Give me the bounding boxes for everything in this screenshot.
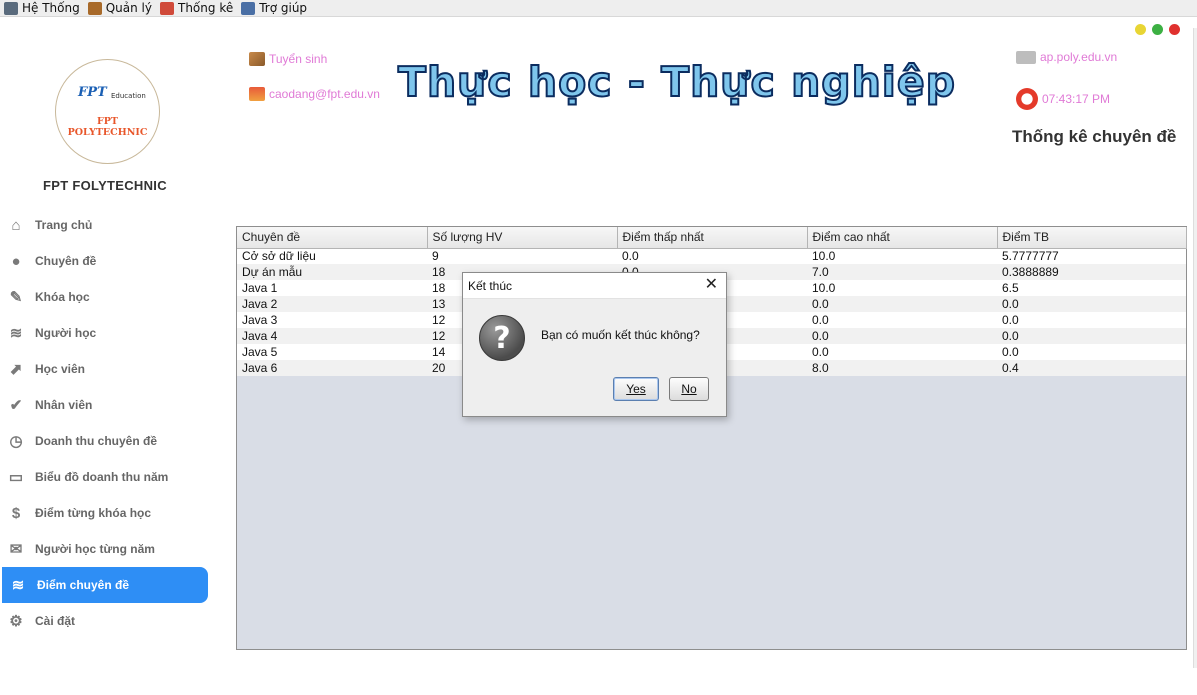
sidebar-item-nhan-vien[interactable]: ✔ Nhân viên [0,387,210,423]
website-link[interactable]: ap.poly.edu.vn [1016,50,1117,64]
table-cell: 9 [427,248,617,264]
student-icon: ⬈ [9,361,23,378]
logo-fpt-text: FPT [78,85,107,100]
logo-education-text: Education [111,92,146,100]
admissions-icon [249,52,265,66]
confirm-exit-dialog: Kết thúc ✕ ? Bạn có muốn kết thúc không?… [462,272,727,417]
col-diem-tb[interactable]: Điểm TB [997,227,1187,249]
dialog-title: Kết thúc [468,278,513,293]
revenue-chart-icon: ▭ [8,469,24,486]
brand-name: FPT FOLYTECHNIC [43,178,167,193]
table-cell: Java 1 [237,280,427,296]
table-cell: 0.0 [997,344,1186,360]
table-cell: 0.0 [617,248,807,264]
dialog-message: Bạn có muốn kết thúc không? [541,328,700,342]
sidebar-item-doanh-thu-chuyen-de[interactable]: ◷ Doanh thu chuyên đề [0,423,210,459]
table-cell: 0.0 [997,312,1186,328]
table-cell: 0.0 [997,296,1186,312]
no-button[interactable]: No [669,377,709,401]
revenue-clock-icon: ◷ [9,433,23,450]
sidebar-item-diem-chuyen-de[interactable]: ≋ Điểm chuyên đề [2,567,208,603]
home-icon: ⌂ [11,216,21,234]
table-cell: 10.0 [807,280,997,296]
table-cell: Java 3 [237,312,427,328]
table-cell: 0.0 [807,344,997,360]
email-card-icon [249,87,265,101]
menu-thong-ke[interactable]: Thống kê [160,1,233,15]
table-cell: 8.0 [807,360,997,376]
alarm-clock-icon [1016,88,1038,110]
course-score-icon: $ [11,504,21,522]
table-cell: 0.3888889 [997,264,1186,280]
sidebar: ⌂ Trang chủ ● Chuyên đề ✎ Khóa học ≋ Người h… [0,207,210,639]
table-row[interactable]: Cở sở dữ liệu 9 0.0 10.0 5.7777777 [237,248,1186,264]
maximize-dot[interactable] [1152,24,1163,35]
table-cell: 6.5 [997,280,1186,296]
fpt-logo: FPT Education FPT POLYTECHNIC [55,59,160,164]
table-cell: 0.0 [997,328,1186,344]
sidebar-item-bieu-do-doanh-thu[interactable]: ▭ Biểu đồ doanh thu năm [0,459,210,495]
sidebar-item-cai-dat[interactable]: ⚙ Cài đặt [0,603,210,639]
sidebar-item-nguoi-hoc-tung-nam[interactable]: ✉ Người học từng năm [0,531,210,567]
close-dot[interactable] [1169,24,1180,35]
page-title: Thống kê chuyên đề [1012,127,1177,146]
email-link[interactable]: caodang@fpt.edu.vn [249,87,380,101]
topic-icon: ● [11,252,21,270]
sidebar-item-trang-chu[interactable]: ⌂ Trang chủ [0,207,210,243]
manage-icon [87,1,102,15]
table-cell: 10.0 [807,248,997,264]
table-cell: Java 5 [237,344,427,360]
admissions-link[interactable]: Tuyển sinh [249,52,327,66]
col-chuyen-de[interactable]: Chuyên đề [237,227,428,249]
topic-score-icon: ≋ [11,577,25,594]
yes-button[interactable]: Yes [613,377,659,401]
table-cell: 7.0 [807,264,997,280]
staff-icon: ✔ [9,397,23,414]
sidebar-item-nguoi-hoc[interactable]: ≋ Người học [0,315,210,351]
window-controls [1135,24,1186,35]
table-cell: 0.0 [807,312,997,328]
logo-polytechnic-text: FPT POLYTECHNIC [67,116,148,138]
minimize-dot[interactable] [1135,24,1146,35]
col-so-luong-hv[interactable]: Số lượng HV [427,227,618,249]
table-cell: 0.0 [807,328,997,344]
learner-icon: ≋ [9,325,23,342]
clock-display: 07:43:17 PM [1016,88,1110,110]
sidebar-item-khoa-hoc[interactable]: ✎ Khóa học [0,279,210,315]
table-cell: Cở sở dữ liệu [237,248,427,264]
settings-gear-icon: ⚙ [9,613,23,630]
stats-icon [160,1,174,15]
sidebar-item-diem-tung-khoa-hoc[interactable]: $ Điểm từng khóa học [0,495,210,531]
help-user-icon [241,1,256,15]
table-cell: 0.0 [807,296,997,312]
dialog-title-bar[interactable]: Kết thúc ✕ [463,273,726,299]
table-cell: Java 6 [237,360,427,376]
yearly-learner-icon: ✉ [9,541,23,558]
table-cell: Dự án mẫu [237,264,427,280]
sidebar-item-hoc-vien[interactable]: ⬈ Học viên [0,351,210,387]
col-diem-cao-nhat[interactable]: Điểm cao nhất [807,227,998,249]
menu-tro-giup[interactable]: Trợ giúp [241,1,307,15]
system-icon [4,1,18,15]
table-cell: Java 2 [237,296,427,312]
menubar: Hệ Thống Quản lý Thống kê Trợ giúp [0,0,1197,17]
table-cell: 5.7777777 [997,248,1186,264]
table-cell: 0.4 [997,360,1186,376]
sidebar-item-chuyen-de[interactable]: ● Chuyên đề [0,243,210,279]
mail-icon [1016,50,1036,64]
col-diem-thap-nhat[interactable]: Điểm thấp nhất [617,227,808,249]
menu-quan-ly[interactable]: Quản lý [87,1,152,15]
table-cell: Java 4 [237,328,427,344]
close-icon[interactable]: ✕ [705,277,718,293]
course-icon: ✎ [9,289,23,306]
menu-he-thong[interactable]: Hệ Thống [4,1,80,15]
window-edge [1193,28,1197,668]
table-header-row: Chuyên đề Số lượng HV Điểm thấp nhất Điể… [237,227,1187,249]
slogan-banner: Thực học - Thực nghiệp [397,57,957,107]
question-icon: ? [479,315,525,361]
